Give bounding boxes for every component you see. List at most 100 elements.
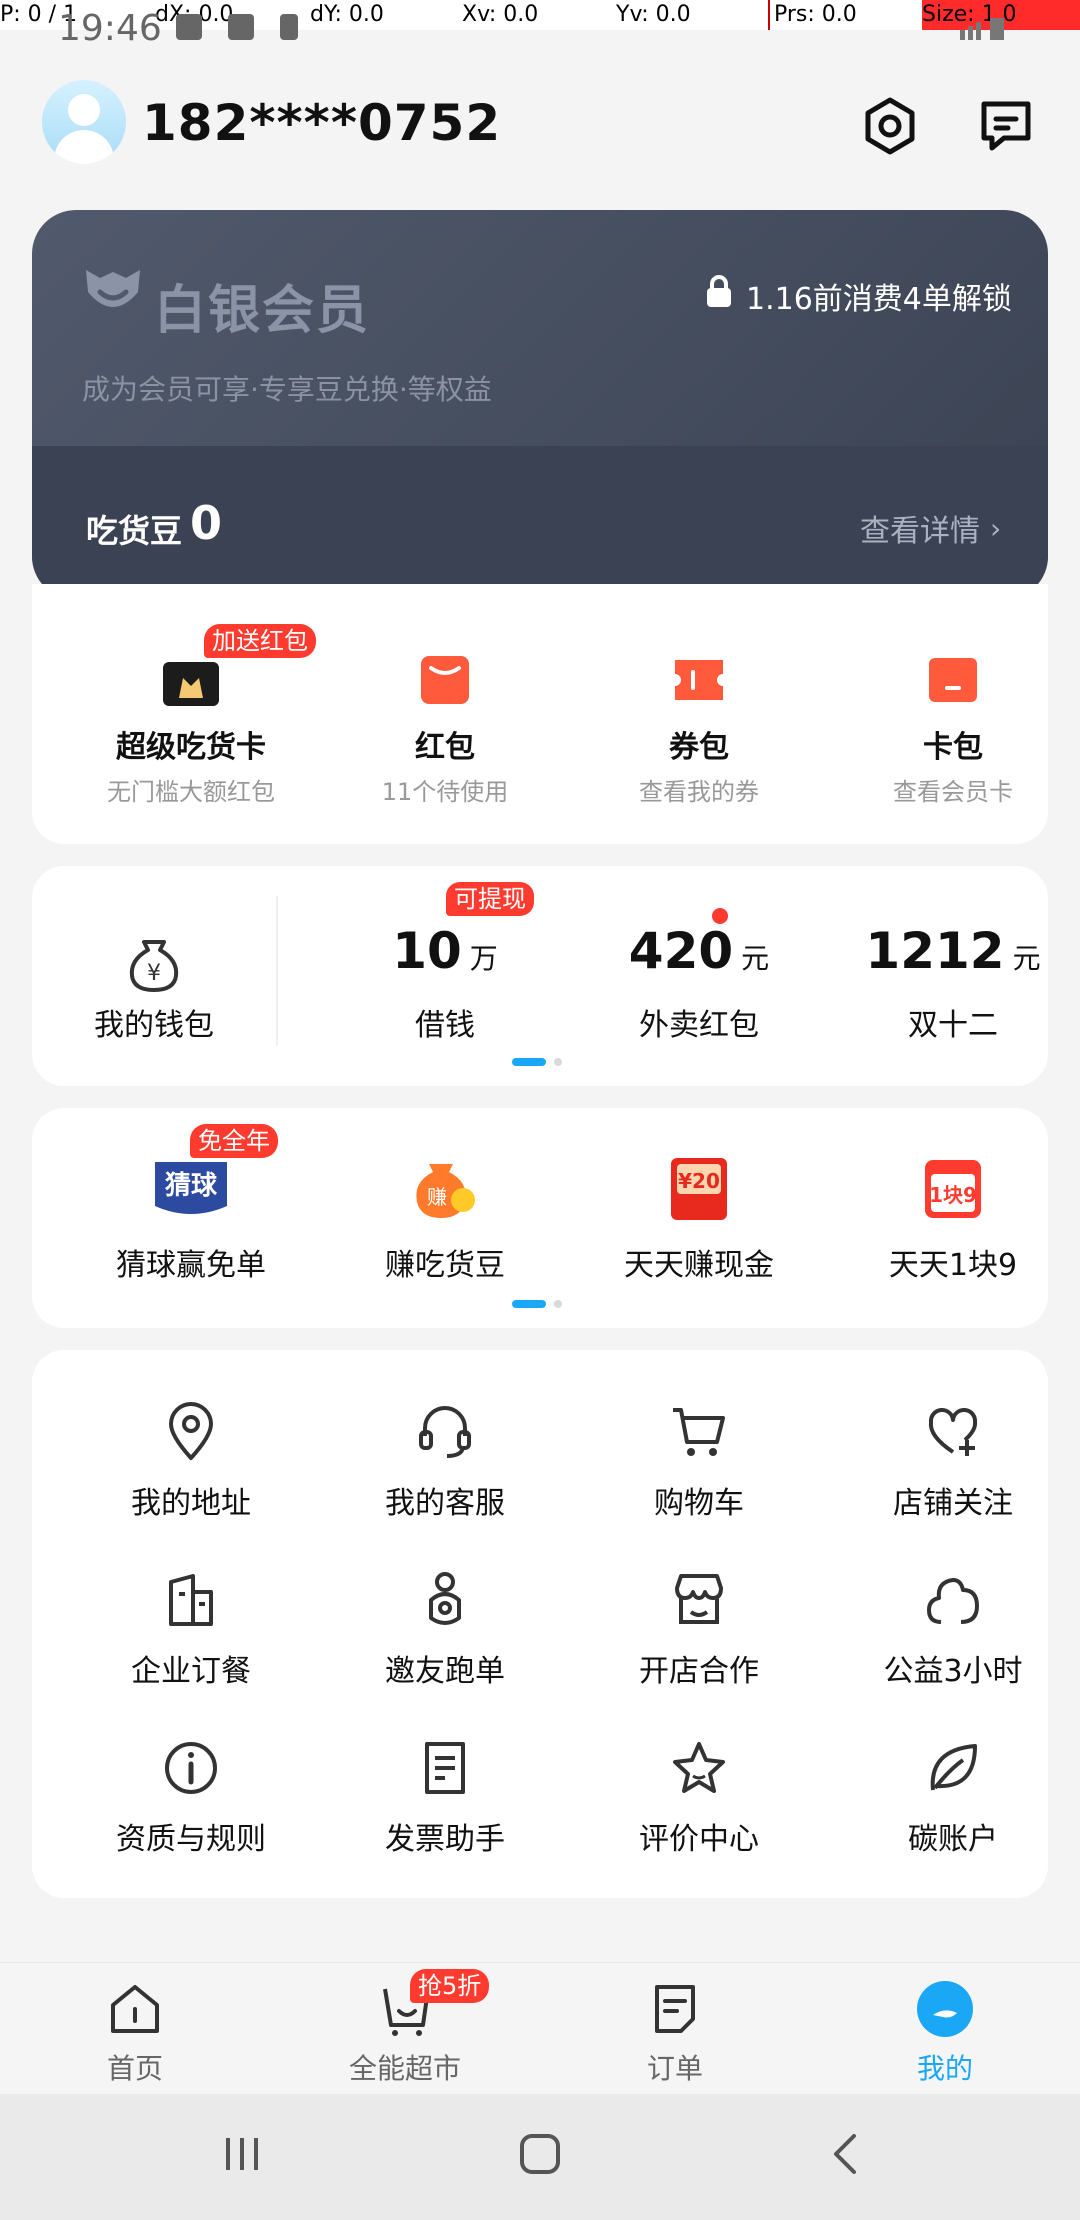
service-label: 公益3小时 [883, 1654, 1023, 1689]
signal-icon [918, 16, 1008, 46]
coupon-icon [667, 648, 731, 712]
svg-text:猜球: 猜球 [164, 1171, 218, 1201]
calendar-icon: 1块9 [911, 1152, 995, 1222]
wallet-unit: 元 [741, 942, 770, 975]
phone-icon [280, 14, 298, 40]
settings-button[interactable] [858, 94, 922, 158]
tab-home[interactable]: 首页 [0, 1963, 270, 2095]
svg-text:¥: ¥ [147, 961, 161, 986]
service-label: 我的地址 [131, 1486, 251, 1521]
building-icon [159, 1568, 223, 1632]
invoice-icon [413, 1736, 477, 1800]
debug-yv: Yv: 0.0 [616, 2, 691, 27]
service-label: 开店合作 [639, 1654, 759, 1689]
benefits-card: 加送红包 超级吃货卡 无门槛大额红包 红包 11个待使用 券包 查看我的券 卡包… [32, 584, 1048, 844]
chevron-right-icon: › [990, 512, 1002, 545]
cash-envelope-icon: ¥20 [657, 1152, 741, 1222]
system-nav-bar [0, 2094, 1080, 2220]
recent-apps-button[interactable] [222, 2134, 262, 2178]
bottom-tab-bar: 首页 抢5折 全能超市 订单 我的 [0, 1962, 1080, 2095]
services-card: 我的地址 我的客服 购物车 店铺关注 企业订餐 邀友跑单 开店合作 公益3小时 资质与规则 发票助… [32, 1350, 1048, 1898]
benefit-sub: 查看会员卡 [893, 778, 1013, 806]
message-icon [981, 101, 1031, 151]
back-icon [834, 2134, 856, 2174]
tab-label: 我的 [916, 2052, 973, 2085]
wallet-card: ¥ 我的钱包 可提现 10 万 借钱 420 元 外卖红包 1212 元 双十二 [32, 866, 1048, 1086]
wallet-item-label: 借钱 [415, 1008, 475, 1043]
benefit-sub: 11个待使用 [381, 778, 509, 806]
cart-icon [667, 1400, 731, 1464]
divider [276, 896, 278, 1046]
info-icon [159, 1736, 223, 1800]
tab-label: 订单 [646, 2052, 703, 2085]
benefit-sub: 查看我的券 [639, 778, 759, 806]
settings-icon [865, 97, 915, 155]
lock-icon [704, 274, 734, 308]
withdraw-badge: 可提现 [446, 882, 534, 916]
benefit-badge: 加送红包 [204, 624, 316, 658]
cloud-icon [921, 1568, 985, 1632]
service-label: 资质与规则 [116, 1822, 266, 1857]
recents-icon [226, 2138, 258, 2170]
service-label: 评价中心 [639, 1822, 759, 1857]
bean-label: 吃货豆 [86, 512, 183, 550]
money-bag-icon: 赚 [403, 1152, 487, 1222]
service-label: 店铺关注 [893, 1486, 1013, 1521]
benefit-title: 卡包 [923, 730, 983, 765]
wallet-label: 我的钱包 [94, 1008, 214, 1043]
bag-icon [176, 14, 202, 40]
tab-label: 全能超市 [348, 2052, 461, 2085]
svg-text:1块9: 1块9 [929, 1183, 977, 1207]
wallet-unit: 万 [469, 942, 498, 975]
tab-supermarket[interactable]: 抢5折 全能超市 [270, 1963, 540, 2095]
tab-badge: 抢5折 [410, 1969, 490, 2003]
message-button[interactable] [974, 94, 1038, 158]
member-title: 白银会员 [154, 281, 371, 341]
service-label: 邀友跑单 [385, 1654, 505, 1689]
home-square-icon [520, 2134, 560, 2174]
home-icon [105, 1979, 165, 2039]
home-button[interactable] [518, 2132, 562, 2180]
wallet-item-label: 外卖红包 [639, 1008, 759, 1043]
wallet-item-label: 双十二 [908, 1008, 998, 1043]
member-logo-icon [78, 262, 148, 322]
location-icon [159, 1400, 223, 1464]
tab-mine[interactable]: 我的 [810, 1963, 1080, 2095]
leaf-icon [921, 1736, 985, 1800]
service-label: 碳账户 [908, 1822, 998, 1857]
profile-icon [915, 1979, 975, 2039]
heart-plus-icon [921, 1400, 985, 1464]
wallet-value: 10 [392, 922, 462, 980]
wallet-unit: 元 [1012, 942, 1041, 975]
status-time: 19:46 [58, 8, 162, 49]
headset-icon [413, 1400, 477, 1464]
wallet-value: 1212 [865, 922, 1005, 980]
bean-value: 0 [190, 496, 223, 550]
wallet-icon: ¥ [122, 932, 186, 996]
star-icon [667, 1736, 731, 1800]
promo-label: 赚吃货豆 [385, 1248, 505, 1283]
member-card[interactable]: 白银会员 1.16前消费4单解锁 成为会员可享·专享豆兑换·等权益 吃货豆 0 … [32, 210, 1048, 600]
rider-icon [413, 1568, 477, 1632]
service-label: 企业订餐 [131, 1654, 251, 1689]
benefit-title: 超级吃货卡 [116, 730, 266, 765]
status-notification-icons [176, 14, 324, 44]
wallet-value: 420 [628, 922, 734, 980]
benefit-title: 券包 [669, 730, 729, 765]
service-label: 发票助手 [385, 1822, 505, 1857]
service-label: 购物车 [654, 1486, 744, 1521]
svg-text:赚: 赚 [427, 1185, 447, 1209]
view-details-link[interactable]: 查看详情 [860, 506, 980, 550]
back-button[interactable] [826, 2132, 866, 2180]
tab-orders[interactable]: 订单 [540, 1963, 810, 2095]
redpacket-icon [413, 648, 477, 712]
guess-ball-icon: 猜球 [149, 1152, 233, 1222]
tab-label: 首页 [106, 2052, 163, 2085]
member-subtitle: 成为会员可享·专享豆兑换·等权益 [82, 373, 492, 406]
svg-text:¥20: ¥20 [678, 1169, 720, 1193]
user-phone[interactable]: 182****0752 [142, 94, 501, 152]
avatar[interactable] [42, 80, 126, 164]
promos-card: 免全年 猜球 猜球赢免单 赚 赚吃货豆 ¥20 天天赚现金 1块9 天天1块9 [32, 1108, 1048, 1328]
cardpack-icon [921, 648, 985, 712]
promo-label: 天天1块9 [888, 1248, 1018, 1283]
